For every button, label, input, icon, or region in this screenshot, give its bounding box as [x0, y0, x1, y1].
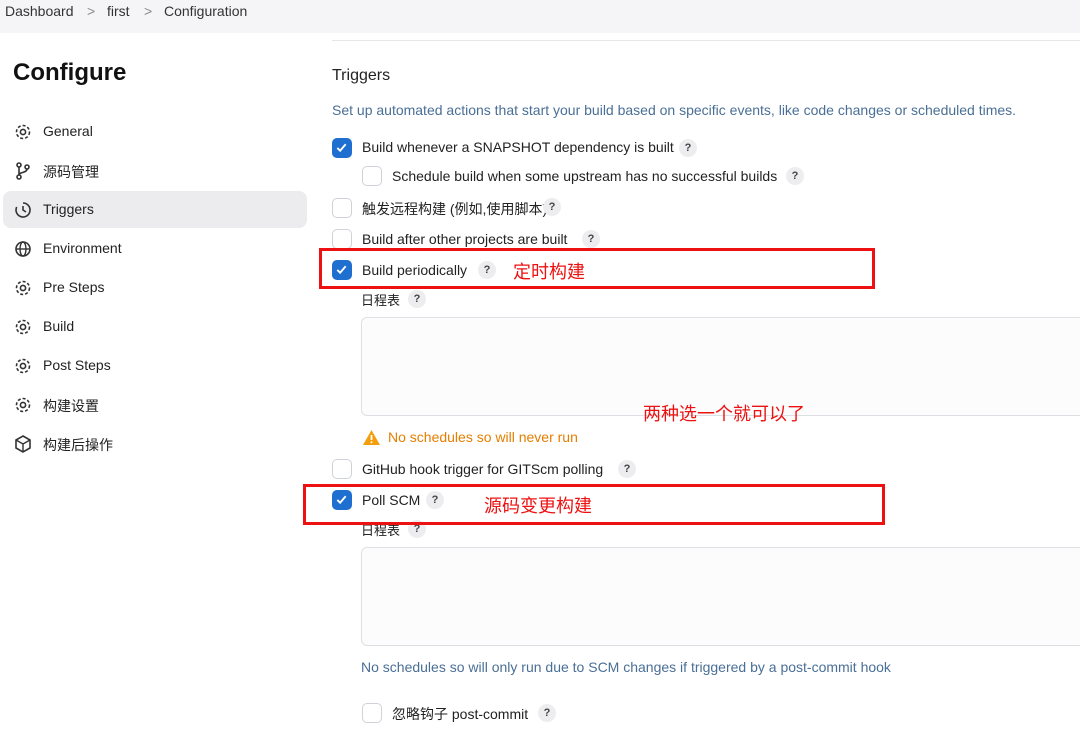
sidebar-item-label: General: [43, 123, 93, 139]
help-icon[interactable]: ?: [543, 198, 561, 216]
annotation-scm: 源码变更构建: [484, 496, 592, 517]
ignore-post-commit-label: 忽略钩子 post-commit: [392, 706, 529, 722]
sidebar-item-label: Post Steps: [43, 357, 111, 373]
sidebar-item-label: Build: [43, 318, 75, 334]
schedule-upstream-checkbox[interactable]: [362, 166, 382, 186]
breadcrumb-separator: >: [144, 3, 153, 19]
gear-icon: [15, 319, 31, 335]
gear-icon: [15, 280, 31, 296]
sidebar-item-label: 构建设置: [43, 398, 99, 414]
after-other-projects-label: Build after other projects are built: [362, 231, 568, 247]
sidebar-item-label: Pre Steps: [43, 279, 105, 295]
after-other-projects-checkbox[interactable]: [332, 229, 352, 249]
breadcrumb-first[interactable]: first: [107, 3, 130, 19]
poll-schedule-textarea[interactable]: [361, 547, 1080, 646]
sidebar-item-post-build[interactable]: 构建后操作: [3, 425, 307, 462]
breadcrumb: Dashboard > first > Configuration: [0, 0, 1080, 33]
remote-trigger-checkbox[interactable]: [332, 198, 352, 218]
sidebar-item-environment[interactable]: Environment: [3, 230, 307, 267]
schedule-label: 日程表: [361, 293, 401, 308]
sidebar-item-pre-steps[interactable]: Pre Steps: [3, 269, 307, 306]
check-icon: [336, 143, 347, 153]
clock-icon: [15, 202, 31, 218]
breadcrumb-configuration[interactable]: Configuration: [164, 3, 247, 19]
help-icon[interactable]: ?: [408, 290, 426, 308]
schedule-upstream-label: Schedule build when some upstream has no…: [392, 168, 778, 184]
schedule-warning: No schedules so will never run: [388, 429, 578, 445]
annotation-choose-one: 两种选一个就可以了: [643, 404, 805, 425]
sidebar-item-build[interactable]: Build: [3, 308, 307, 345]
snapshot-dependency-checkbox[interactable]: [332, 138, 352, 158]
sidebar-item-build-settings[interactable]: 构建设置: [3, 386, 307, 423]
page-title: Configure: [13, 59, 127, 86]
breadcrumb-dashboard[interactable]: Dashboard: [5, 3, 74, 19]
help-icon[interactable]: ?: [582, 230, 600, 248]
gear-icon: [15, 358, 31, 374]
sidebar-item-post-steps[interactable]: Post Steps: [3, 347, 307, 384]
breadcrumb-separator: >: [87, 3, 96, 19]
ignore-post-commit-checkbox[interactable]: [362, 703, 382, 723]
sidebar-item-label: 源码管理: [43, 164, 99, 180]
package-icon: [15, 435, 31, 453]
poll-schedule-info: No schedules so will only run due to SCM…: [361, 659, 891, 675]
gear-icon: [15, 397, 31, 413]
annotation-box-periodic: [319, 248, 875, 289]
sidebar-item-label: Triggers: [43, 201, 94, 217]
sidebar-item-source[interactable]: 源码管理: [3, 152, 307, 189]
remote-trigger-label: 触发远程构建 (例如,使用脚本): [362, 201, 548, 217]
help-icon[interactable]: ?: [538, 704, 556, 722]
help-icon[interactable]: ?: [786, 167, 804, 185]
branch-icon: [16, 162, 30, 180]
gear-icon: [15, 124, 31, 140]
sidebar-item-general[interactable]: General: [3, 113, 307, 150]
section-divider: [332, 40, 1080, 41]
sidebar-item-label: Environment: [43, 240, 122, 256]
github-hook-checkbox[interactable]: [332, 459, 352, 479]
section-description: Set up automated actions that start your…: [332, 102, 1017, 118]
snapshot-dependency-label: Build whenever a SNAPSHOT dependency is …: [362, 139, 674, 155]
help-icon[interactable]: ?: [679, 139, 697, 157]
annotation-box-scm: [303, 484, 885, 525]
sidebar-item-triggers[interactable]: Triggers: [3, 191, 307, 228]
sidebar-item-label: 构建后操作: [43, 437, 113, 453]
section-title: Triggers: [332, 67, 391, 84]
warning-icon: [363, 430, 380, 445]
help-icon[interactable]: ?: [618, 460, 636, 478]
github-hook-label: GitHub hook trigger for GITScm polling: [362, 461, 604, 477]
annotation-periodic: 定时构建: [513, 262, 585, 283]
globe-icon: [15, 241, 31, 257]
